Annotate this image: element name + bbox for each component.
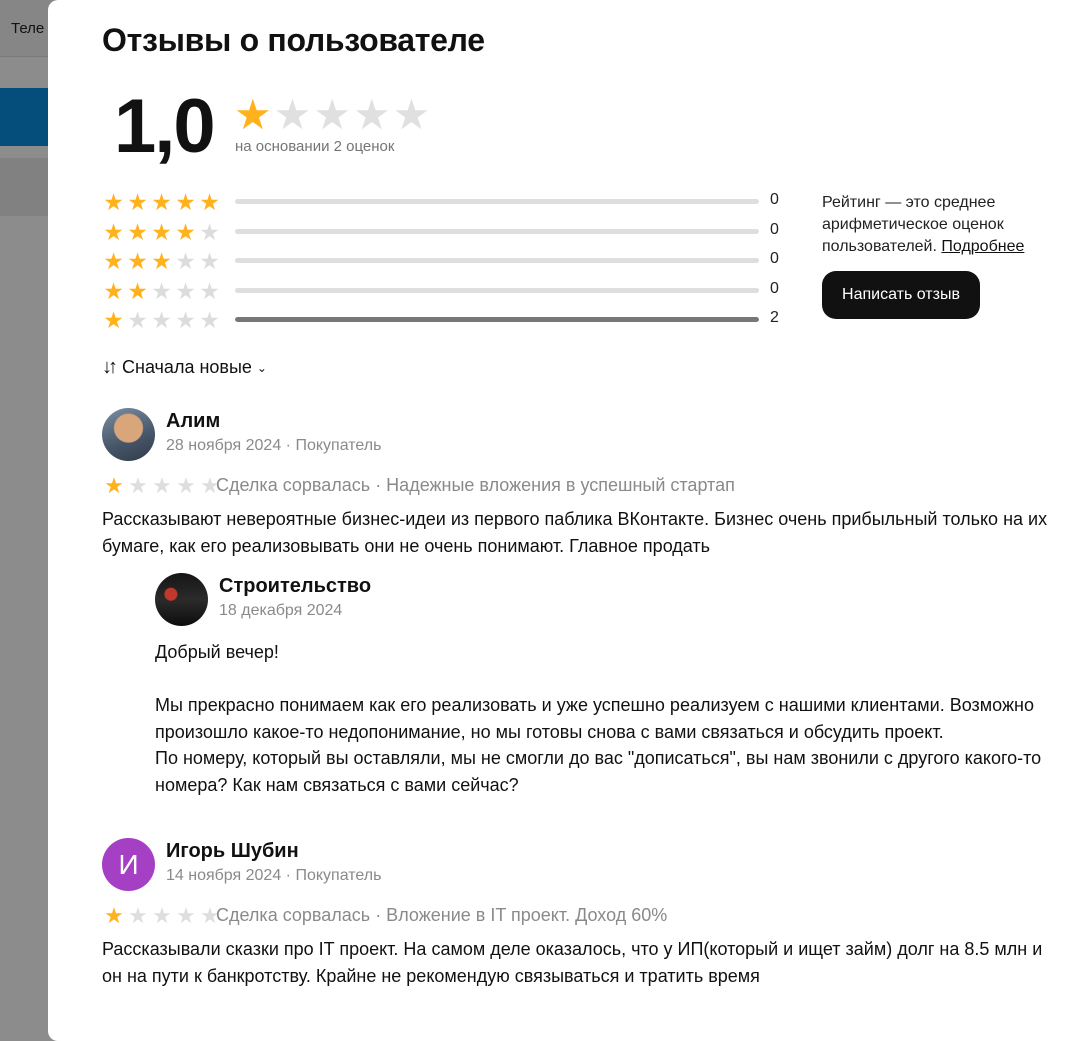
star-icon: ★ — [128, 473, 148, 498]
rating-distribution: ★ ★ ★ ★ ★ 0 ★ ★ ★ ★ ★ 0 ★ ★ ★ ★ ★ 0 ★ ★ ★ ★ ★ 0 ★ ★ ★ ★ ★ 2 — [102, 189, 792, 337]
star-icon: ★ — [175, 277, 196, 304]
star-icon: ★ — [199, 277, 220, 304]
sort-dropdown[interactable]: ↓↑ Сначала новые ⌄ — [102, 356, 267, 379]
star-icon: ★ — [199, 248, 220, 274]
avatar[interactable] — [155, 573, 208, 626]
distribution-count: 0 — [770, 250, 779, 267]
review-text: Рассказывают невероятные бизнес-идеи из … — [102, 509, 1048, 556]
distribution-count: 0 — [770, 279, 779, 297]
sort-icon: ↓↑ — [102, 356, 118, 378]
star-icon: ★ — [175, 189, 196, 215]
star-icon: ★ — [175, 307, 196, 333]
star-icon: ★ — [103, 307, 124, 333]
star-icon: ★ — [127, 248, 148, 274]
distribution-row: ★ ★ ★ ★ ★ 0 — [102, 219, 792, 249]
review-author[interactable]: Алим — [166, 410, 220, 433]
star-icon: ★ — [392, 91, 431, 138]
rating-value: 1,0 — [114, 84, 216, 169]
star-icon: ★ — [151, 248, 172, 274]
star-icon: ★ — [104, 473, 124, 498]
distribution-bar-fill — [235, 317, 759, 322]
star-icon: ★ — [103, 248, 124, 274]
distribution-stars: ★ ★ ★ ★ ★ — [102, 307, 221, 333]
distribution-bar — [235, 199, 759, 204]
distribution-row: ★ ★ ★ ★ ★ 0 — [102, 248, 792, 278]
distribution-stars: ★ ★ ★ ★ ★ — [102, 189, 221, 215]
star-icon: ★ — [175, 248, 196, 274]
distribution-bar — [235, 317, 759, 322]
star-icon: ★ — [103, 189, 124, 215]
star-icon: ★ — [151, 189, 172, 215]
star-icon: ★ — [127, 277, 148, 304]
distribution-row: ★ ★ ★ ★ ★ 0 — [102, 278, 792, 308]
rating-info: Рейтинг — это среднее арифметическое оце… — [822, 192, 1052, 258]
reply-date: 18 декабря 2024 — [219, 602, 343, 619]
distribution-bar — [235, 258, 759, 263]
page-title: Отзывы о пользователе — [102, 22, 485, 58]
review-stars: ★ ★ ★ ★ ★ — [102, 474, 222, 498]
star-icon: ★ — [352, 91, 391, 138]
review-meta: 28 ноября 2024 · Покупатель — [166, 437, 382, 454]
star-icon: ★ — [103, 277, 124, 304]
distribution-count: 2 — [770, 309, 779, 326]
distribution-count: 0 — [770, 220, 779, 238]
star-icon: ★ — [176, 473, 196, 498]
chevron-down-icon: ⌄ — [256, 360, 267, 375]
star-icon: ★ — [127, 189, 148, 215]
star-icon: ★ — [234, 91, 272, 138]
distribution-stars: ★ ★ ★ ★ ★ — [102, 248, 221, 274]
star-icon: ★ — [175, 218, 196, 245]
review-tags: Сделка сорвалась · Вложение в IT проект.… — [216, 905, 668, 925]
rating-basis: на основании 2 оценок — [235, 138, 395, 155]
review-meta: 14 ноября 2024 · Покупатель — [166, 867, 382, 884]
star-icon: ★ — [127, 307, 148, 333]
distribution-bar — [235, 228, 759, 234]
reply-text: Добрый вечер! Мы прекрасно понимаем как … — [155, 642, 1042, 795]
sort-label: Сначала новые — [122, 357, 252, 377]
star-icon: ★ — [127, 218, 148, 245]
star-icon: ★ — [152, 903, 172, 928]
star-icon: ★ — [199, 189, 220, 215]
write-review-button[interactable]: Написать отзыв — [822, 271, 980, 319]
star-icon: ★ — [151, 277, 172, 304]
star-icon: ★ — [273, 91, 312, 138]
star-icon: ★ — [128, 903, 148, 928]
distribution-stars: ★ ★ ★ ★ ★ — [102, 219, 221, 245]
star-icon: ★ — [151, 218, 172, 245]
review-text: Рассказывали сказки про IT проект. На са… — [102, 939, 1043, 986]
distribution-count: 0 — [770, 191, 779, 208]
avatar[interactable] — [102, 408, 155, 461]
rating-stars: ★ ★ ★ ★ ★ — [234, 94, 430, 136]
review-author[interactable]: Игорь Шубин — [166, 840, 299, 863]
star-icon: ★ — [199, 218, 220, 245]
star-icon: ★ — [176, 903, 196, 928]
reply-author[interactable]: Строительство — [219, 575, 371, 598]
star-icon: ★ — [313, 91, 351, 138]
more-link[interactable]: Подробнее — [941, 238, 1024, 255]
star-icon: ★ — [152, 473, 172, 498]
distribution-row: ★ ★ ★ ★ ★ 2 — [102, 307, 792, 337]
distribution-row: ★ ★ ★ ★ ★ 0 — [102, 189, 792, 219]
review-tags: Сделка сорвалась · Надежные вложения в у… — [216, 475, 735, 495]
star-icon: ★ — [199, 307, 220, 333]
reviews-drawer: Отзывы о пользователе 1,0 ★ ★ ★ ★ ★ на о… — [48, 0, 1080, 1041]
star-icon: ★ — [151, 307, 172, 333]
avatar[interactable]: И — [102, 838, 155, 891]
review-stars: ★ ★ ★ ★ ★ — [102, 904, 222, 928]
distribution-bar — [235, 287, 759, 293]
distribution-stars: ★ ★ ★ ★ ★ — [102, 278, 221, 304]
star-icon: ★ — [103, 218, 124, 245]
star-icon: ★ — [104, 903, 124, 928]
